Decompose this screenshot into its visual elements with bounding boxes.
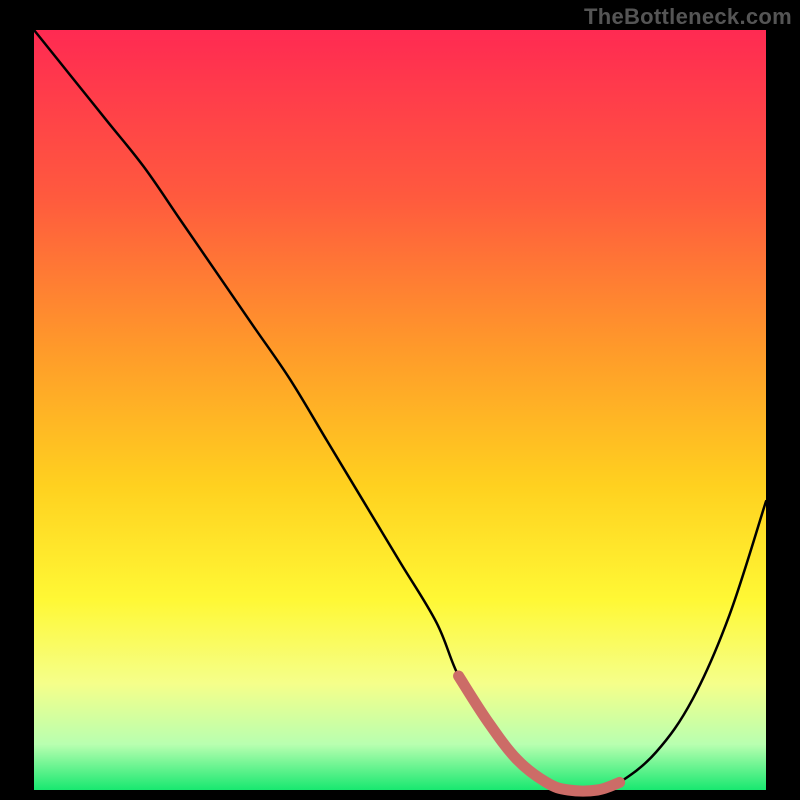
plot-background (34, 30, 766, 790)
chart-outer-frame: TheBottleneck.com (0, 0, 800, 800)
bottleneck-chart (0, 0, 800, 800)
